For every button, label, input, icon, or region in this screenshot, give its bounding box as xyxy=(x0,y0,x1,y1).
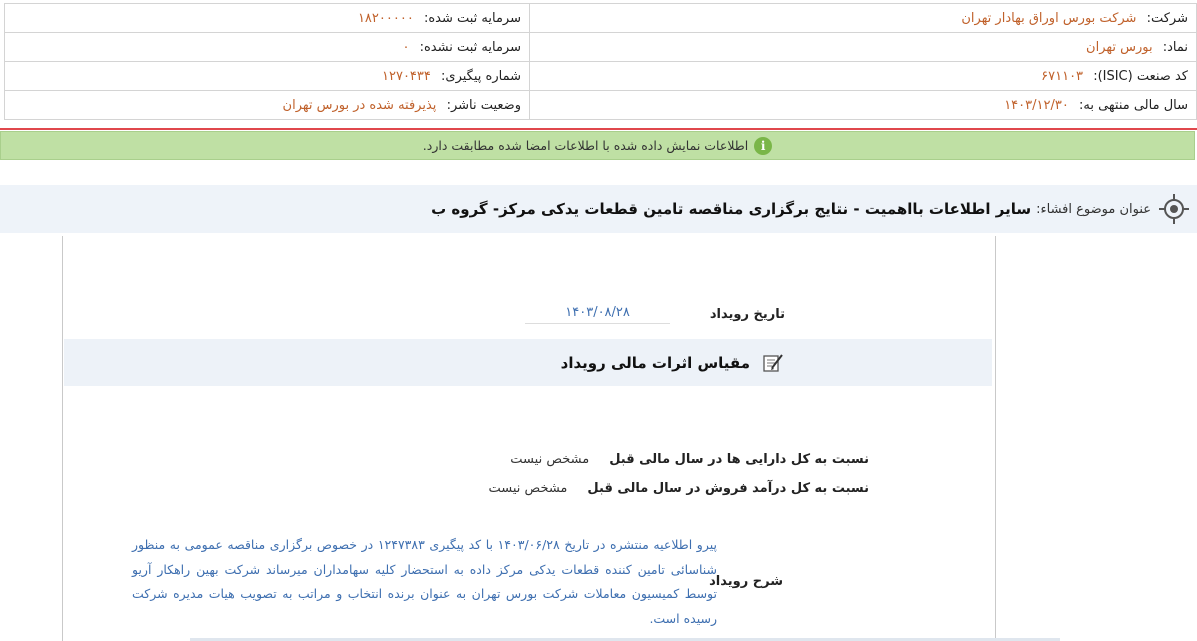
ratio-value: مشخص نیست xyxy=(488,481,568,496)
company-label: شرکت: xyxy=(1146,10,1188,26)
ratio-label: نسبت به کل درآمد فروش در سال مالی قبل xyxy=(587,481,869,496)
publisher-status-value: پذیرفته شده در بورس تهران xyxy=(282,97,437,113)
publisher-status-label: وضعیت ناشر: xyxy=(446,97,521,113)
company-info-table: شرکت: شرکت بورس اوراق بهادار تهران سرمای… xyxy=(4,3,1197,120)
edit-document-icon xyxy=(763,353,783,372)
isic-cell: کد صنعت (ISIC): ۶۷۱۱۰۳ xyxy=(529,61,1197,91)
event-date-row: تاریخ رویداد ۱۴۰۳/۰۸/۲۸ xyxy=(525,305,785,324)
symbol-cell: نماد: بورس تهران xyxy=(529,32,1197,62)
fiscal-year-cell: سال مالی منتهی به: ۱۴۰۳/۱۲/۳۰ xyxy=(529,90,1197,120)
description-label: شرح رویداد xyxy=(709,574,783,589)
subject-title: سایر اطلاعات بااهمیت - نتایج برگزاری منا… xyxy=(431,200,1032,218)
publisher-status-cell: وضعیت ناشر: پذیرفته شده در بورس تهران xyxy=(4,90,530,120)
event-date-label: تاریخ رویداد xyxy=(709,307,785,322)
info-row: سال مالی منتهی به: ۱۴۰۳/۱۲/۳۰ وضعیت ناشر… xyxy=(4,90,1197,120)
subject-bar: عنوان موضوع افشاء: سایر اطلاعات بااهمیت … xyxy=(0,185,1197,233)
company-cell: شرکت: شرکت بورس اوراق بهادار تهران xyxy=(529,3,1197,33)
divider-line xyxy=(0,128,1197,130)
registered-capital-value: ۱۸۲۰۰۰۰۰ xyxy=(357,10,414,26)
target-icon xyxy=(1159,194,1189,224)
unregistered-capital-cell: سرمایه ثبت نشده: ۰ xyxy=(4,32,530,62)
ratio-row-assets: نسبت به کل دارایی ها در سال مالی قبل مشخ… xyxy=(510,452,869,467)
isic-value: ۶۷۱۱۰۳ xyxy=(1041,68,1084,84)
fiscal-year-value: ۱۴۰۳/۱۲/۳۰ xyxy=(1004,97,1069,113)
symbol-value: بورس تهران xyxy=(1086,39,1153,55)
fiscal-year-label: سال مالی منتهی به: xyxy=(1078,97,1188,113)
ratio-label: نسبت به کل دارایی ها در سال مالی قبل xyxy=(609,452,869,467)
verification-notice: i اطلاعات نمایش داده شده با اطلاعات امضا… xyxy=(0,131,1195,160)
description-text: پیرو اطلاعیه منتشره در تاریخ ۱۴۰۳/۰۶/۲۸ … xyxy=(132,537,717,626)
company-value: شرکت بورس اوراق بهادار تهران xyxy=(961,10,1137,26)
unregistered-capital-value: ۰ xyxy=(402,39,410,55)
info-row: شرکت: شرکت بورس اوراق بهادار تهران سرمای… xyxy=(4,3,1197,33)
tracking-cell: شماره پیگیری: ۱۲۷۰۴۳۴ xyxy=(4,61,530,91)
ratio-value: مشخص نیست xyxy=(510,452,590,467)
subject-label: عنوان موضوع افشاء: xyxy=(1036,201,1151,217)
info-row: نماد: بورس تهران سرمایه ثبت نشده: ۰ xyxy=(4,32,1197,62)
isic-label: کد صنعت (ISIC): xyxy=(1093,68,1188,84)
ratio-row-revenue: نسبت به کل درآمد فروش در سال مالی قبل مش… xyxy=(488,481,869,496)
notice-text: اطلاعات نمایش داده شده با اطلاعات امضا ش… xyxy=(422,138,749,153)
unregistered-capital-label: سرمایه ثبت نشده: xyxy=(419,39,521,55)
event-date-value: ۱۴۰۳/۰۸/۲۸ xyxy=(525,305,670,324)
tracking-value: ۱۲۷۰۴۳۴ xyxy=(382,68,431,84)
registered-capital-cell: سرمایه ثبت شده: ۱۸۲۰۰۰۰۰ xyxy=(4,3,530,33)
tracking-label: شماره پیگیری: xyxy=(441,68,521,84)
registered-capital-label: سرمایه ثبت شده: xyxy=(423,10,521,26)
section-title: مقیاس اثرات مالی رویداد xyxy=(560,353,750,372)
financial-effects-section: مقیاس اثرات مالی رویداد xyxy=(64,339,992,386)
info-row: کد صنعت (ISIC): ۶۷۱۱۰۳ شماره پیگیری: ۱۲۷… xyxy=(4,61,1197,91)
symbol-label: نماد: xyxy=(1162,39,1188,55)
info-icon: i xyxy=(754,136,773,155)
